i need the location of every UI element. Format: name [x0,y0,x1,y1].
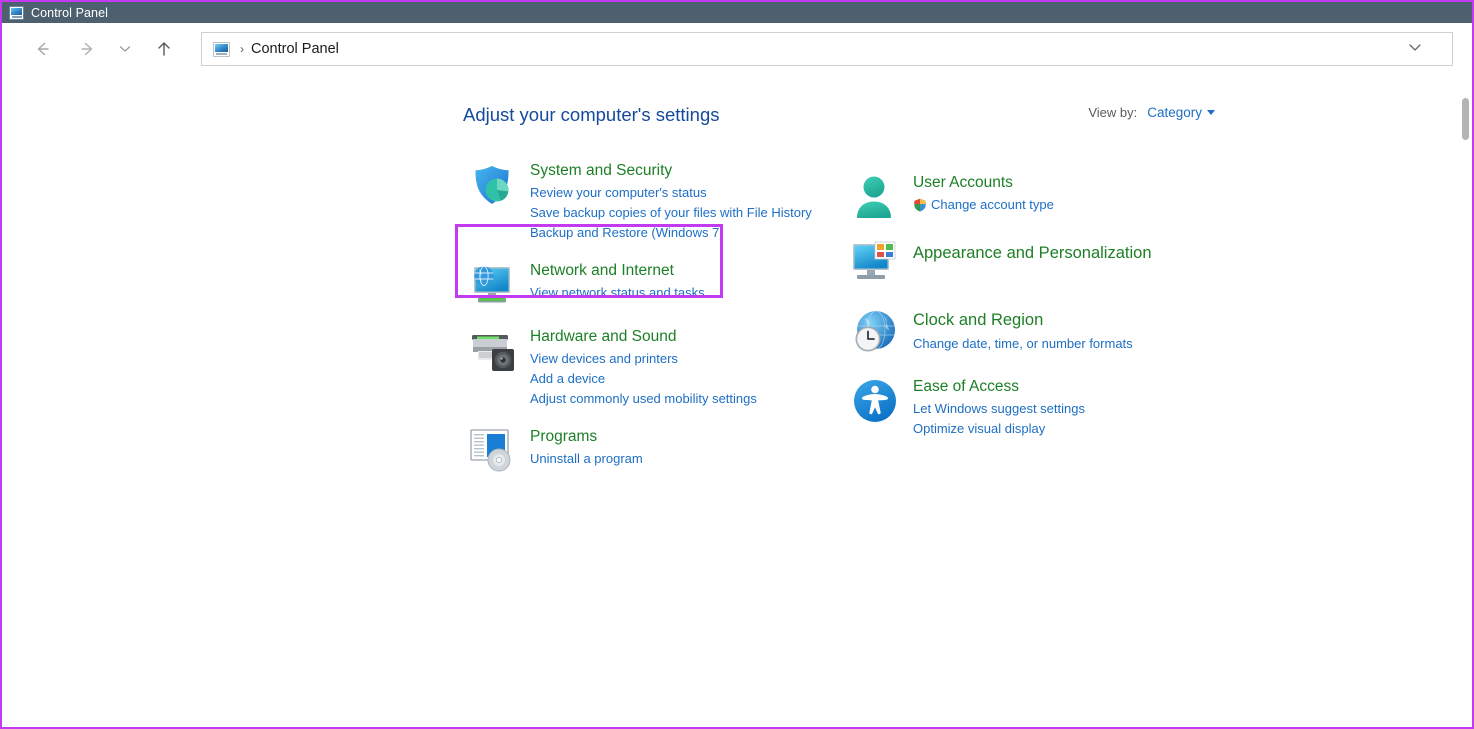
category-body: Appearance and Personalization [913,240,1260,267]
category-body: Network and Internet View network status… [530,260,857,303]
chevron-down-icon [1406,38,1424,61]
category-system-and-security[interactable]: System and Security Review your computer… [463,157,863,246]
control-panel-content: Adjust your computer's settings View by:… [2,75,1459,727]
shield-security-icon[interactable] [466,161,518,209]
category-link-label: Change account type [931,197,1054,212]
chevron-down-icon [117,41,133,57]
category-link[interactable]: Save backup copies of your files with Fi… [530,203,857,223]
network-globe-monitor-icon[interactable] [466,261,518,309]
category-title[interactable]: Network and Internet [530,261,857,281]
recent-locations-button[interactable] [112,31,138,67]
control-panel-window: Control Panel › Control Panel Adjust you… [0,0,1474,729]
control-panel-icon [213,41,230,57]
category-user-accounts[interactable]: User Accounts Change account type [846,169,1266,224]
window-titlebar: Control Panel [2,2,1472,23]
arrow-right-icon [77,38,99,60]
appearance-monitor-icon[interactable] [849,241,901,289]
vertical-scrollbar[interactable] [1459,75,1472,727]
category-link[interactable]: View devices and printers [530,349,857,369]
category-title[interactable]: Clock and Region [913,308,1260,332]
category-body: Programs Uninstall a program [530,426,857,469]
category-title[interactable]: Appearance and Personalization [913,241,1260,265]
category-ease-of-access[interactable]: Ease of Access Let Windows suggest setti… [846,373,1266,442]
window-title: Control Panel [31,5,109,20]
category-link[interactable]: View network status and tasks [530,283,857,303]
forward-button[interactable] [70,31,106,67]
category-link[interactable]: Add a device [530,369,857,389]
category-network-and-internet[interactable]: Network and Internet View network status… [463,257,863,312]
breadcrumb[interactable]: Control Panel [251,41,339,57]
category-title[interactable]: System and Security [530,161,857,181]
category-link[interactable]: Let Windows suggest settings [913,399,1260,419]
category-hardware-and-sound[interactable]: Hardware and Sound View devices and prin… [463,323,863,412]
category-link[interactable]: Uninstall a program [530,449,857,469]
category-link[interactable]: Adjust commonly used mobility settings [530,389,857,409]
category-body: System and Security Review your computer… [530,160,857,243]
category-clock-and-region[interactable]: Clock and Region Change date, time, or n… [846,304,1266,359]
ease-of-access-icon[interactable] [849,377,901,425]
category-title[interactable]: Hardware and Sound [530,327,857,347]
category-body: Ease of Access Let Windows suggest setti… [913,376,1260,439]
category-body: User Accounts Change account type [913,172,1260,215]
scrollbar-thumb[interactable] [1462,98,1469,140]
right-category-column: User Accounts Change account type Appear… [846,157,1266,453]
category-link[interactable]: Backup and Restore (Windows 7) [530,223,857,243]
caret-down-icon[interactable] [1207,110,1215,115]
category-link[interactable]: Change account type [913,195,1260,215]
navigation-bar: › Control Panel [2,23,1472,75]
category-programs[interactable]: Programs Uninstall a program [463,423,863,478]
category-appearance-and-personalization[interactable]: Appearance and Personalization [846,237,1266,292]
clock-globe-icon[interactable] [849,308,901,356]
up-button[interactable] [146,31,182,67]
category-body: Hardware and Sound View devices and prin… [530,326,857,409]
breadcrumb-separator: › [240,42,244,56]
category-link[interactable]: Optimize visual display [913,419,1260,439]
address-dropdown-button[interactable] [1406,38,1424,61]
printer-speaker-icon[interactable] [466,327,518,375]
uac-shield-icon [913,198,927,212]
arrow-left-icon [31,38,53,60]
category-title[interactable]: Programs [530,427,857,447]
view-by-label: View by: [1088,105,1138,120]
category-body: Clock and Region Change date, time, or n… [913,307,1260,354]
view-by-control: View by: Category [1088,105,1215,120]
left-category-column: System and Security Review your computer… [463,157,863,489]
category-link[interactable]: Review your computer's status [530,183,857,203]
page-title: Adjust your computer's settings [463,104,720,125]
category-title[interactable]: Ease of Access [913,377,1260,397]
address-bar[interactable]: › Control Panel [201,32,1453,66]
programs-disc-icon[interactable] [466,427,518,475]
arrow-up-icon [153,38,175,60]
user-person-icon[interactable] [849,173,901,221]
category-link[interactable]: Change date, time, or number formats [913,334,1260,354]
view-by-value[interactable]: Category [1147,105,1202,120]
back-button[interactable] [24,31,60,67]
category-title[interactable]: User Accounts [913,173,1260,193]
control-panel-icon [9,5,24,20]
